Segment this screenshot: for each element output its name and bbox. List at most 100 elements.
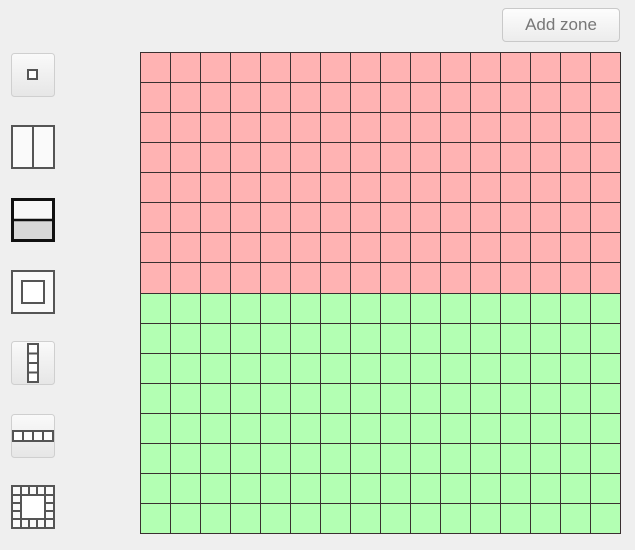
zone-top-cell[interactable]	[471, 143, 501, 174]
zone-top-cell[interactable]	[171, 203, 201, 234]
zone-top-cell[interactable]	[561, 53, 591, 84]
zone-top-cell[interactable]	[351, 233, 381, 264]
zone-top-cell[interactable]	[411, 233, 441, 264]
zone-top-cell[interactable]	[591, 263, 621, 294]
zone-bottom-cell[interactable]	[321, 443, 351, 474]
zone-top-cell[interactable]	[171, 113, 201, 144]
zone-bottom-cell[interactable]	[501, 293, 531, 324]
zone-top-cell[interactable]	[531, 83, 561, 114]
zone-top-cell[interactable]	[261, 143, 291, 174]
zone-bottom-cell[interactable]	[171, 293, 201, 324]
zone-bottom-cell[interactable]	[261, 413, 291, 444]
zone-bottom-cell[interactable]	[561, 413, 591, 444]
zone-top-cell[interactable]	[141, 83, 171, 114]
zone-bottom-cell[interactable]	[171, 443, 201, 474]
zone-top-cell[interactable]	[351, 173, 381, 204]
zone-bottom-cell[interactable]	[471, 353, 501, 384]
zone-bottom-cell[interactable]	[381, 323, 411, 354]
zone-bottom-cell[interactable]	[381, 293, 411, 324]
zone-top-cell[interactable]	[411, 173, 441, 204]
zone-top-cell[interactable]	[291, 83, 321, 114]
zone-top-cell[interactable]	[441, 203, 471, 234]
zone-top-cell[interactable]	[591, 173, 621, 204]
zone-bottom-cell[interactable]	[531, 443, 561, 474]
zone-bottom-cell[interactable]	[201, 383, 231, 414]
zone-top-cell[interactable]	[231, 113, 261, 144]
zone-top-cell[interactable]	[201, 83, 231, 114]
zone-bottom-cell[interactable]	[381, 413, 411, 444]
zone-bottom-cell[interactable]	[591, 353, 621, 384]
zone-bottom-cell[interactable]	[441, 383, 471, 414]
zone-top-cell[interactable]	[171, 53, 201, 84]
zone-top-cell[interactable]	[171, 263, 201, 294]
zone-bottom-cell[interactable]	[531, 323, 561, 354]
zone-top-cell[interactable]	[321, 203, 351, 234]
zone-top-cell[interactable]	[381, 113, 411, 144]
zone-bottom-cell[interactable]	[441, 293, 471, 324]
zone-bottom-cell[interactable]	[471, 293, 501, 324]
zone-bottom-cell[interactable]	[501, 383, 531, 414]
zone-top-cell[interactable]	[231, 233, 261, 264]
zone-bottom-cell[interactable]	[171, 413, 201, 444]
zone-top-cell[interactable]	[261, 203, 291, 234]
zone-top-cell[interactable]	[321, 113, 351, 144]
zone-bottom-cell[interactable]	[261, 323, 291, 354]
zone-top-cell[interactable]	[591, 113, 621, 144]
zone-top-cell[interactable]	[321, 173, 351, 204]
zone-bottom-cell[interactable]	[531, 293, 561, 324]
zone-top-cell[interactable]	[501, 53, 531, 84]
layout-ring-tool[interactable]	[11, 485, 55, 529]
zone-top-cell[interactable]	[291, 233, 321, 264]
zone-bottom-cell[interactable]	[321, 353, 351, 384]
layout-inset-tool[interactable]	[11, 270, 55, 314]
zone-bottom-cell[interactable]	[471, 443, 501, 474]
zone-top-cell[interactable]	[411, 143, 441, 174]
zone-bottom-cell[interactable]	[351, 503, 381, 534]
zone-top-cell[interactable]	[201, 53, 231, 84]
zone-bottom-cell[interactable]	[231, 293, 261, 324]
zone-bottom-cell[interactable]	[591, 383, 621, 414]
zone-bottom-cell[interactable]	[171, 383, 201, 414]
zone-bottom-cell[interactable]	[591, 413, 621, 444]
zone-bottom-cell[interactable]	[321, 293, 351, 324]
zone-bottom-cell[interactable]	[321, 473, 351, 504]
zone-bottom-cell[interactable]	[231, 353, 261, 384]
zone-top-cell[interactable]	[351, 83, 381, 114]
zone-top-cell[interactable]	[531, 53, 561, 84]
zone-bottom-cell[interactable]	[591, 293, 621, 324]
zone-top-cell[interactable]	[501, 233, 531, 264]
zone-bottom-cell[interactable]	[351, 323, 381, 354]
zone-bottom-cell[interactable]	[291, 383, 321, 414]
zone-top-cell[interactable]	[501, 143, 531, 174]
zone-top-cell[interactable]	[171, 233, 201, 264]
zone-top-cell[interactable]	[471, 113, 501, 144]
zone-bottom-cell[interactable]	[261, 383, 291, 414]
zone-bottom-cell[interactable]	[291, 443, 321, 474]
zone-top-cell[interactable]	[591, 53, 621, 84]
zone-top-cell[interactable]	[441, 143, 471, 174]
zone-bottom-cell[interactable]	[201, 503, 231, 534]
zone-top-cell[interactable]	[351, 203, 381, 234]
zone-top-cell[interactable]	[351, 113, 381, 144]
zone-bottom-cell[interactable]	[141, 383, 171, 414]
zone-top-cell[interactable]	[561, 233, 591, 264]
zone-bottom-cell[interactable]	[411, 413, 441, 444]
zone-top-cell[interactable]	[471, 233, 501, 264]
zone-bottom-cell[interactable]	[441, 473, 471, 504]
zone-bottom-cell[interactable]	[231, 413, 261, 444]
zone-top-cell[interactable]	[561, 143, 591, 174]
zone-bottom-cell[interactable]	[531, 473, 561, 504]
zone-bottom-cell[interactable]	[141, 323, 171, 354]
zone-top-cell[interactable]	[501, 173, 531, 204]
zone-bottom-cell[interactable]	[471, 473, 501, 504]
zone-bottom-cell[interactable]	[381, 443, 411, 474]
zone-bottom-cell[interactable]	[351, 473, 381, 504]
zone-bottom-cell[interactable]	[471, 413, 501, 444]
zone-bottom-cell[interactable]	[351, 293, 381, 324]
layout-vertical-split-tool[interactable]	[11, 125, 55, 169]
zone-top-cell[interactable]	[201, 233, 231, 264]
zone-top-cell[interactable]	[561, 263, 591, 294]
zone-bottom-cell[interactable]	[321, 413, 351, 444]
zone-top-cell[interactable]	[381, 203, 411, 234]
zone-bottom-cell[interactable]	[501, 443, 531, 474]
